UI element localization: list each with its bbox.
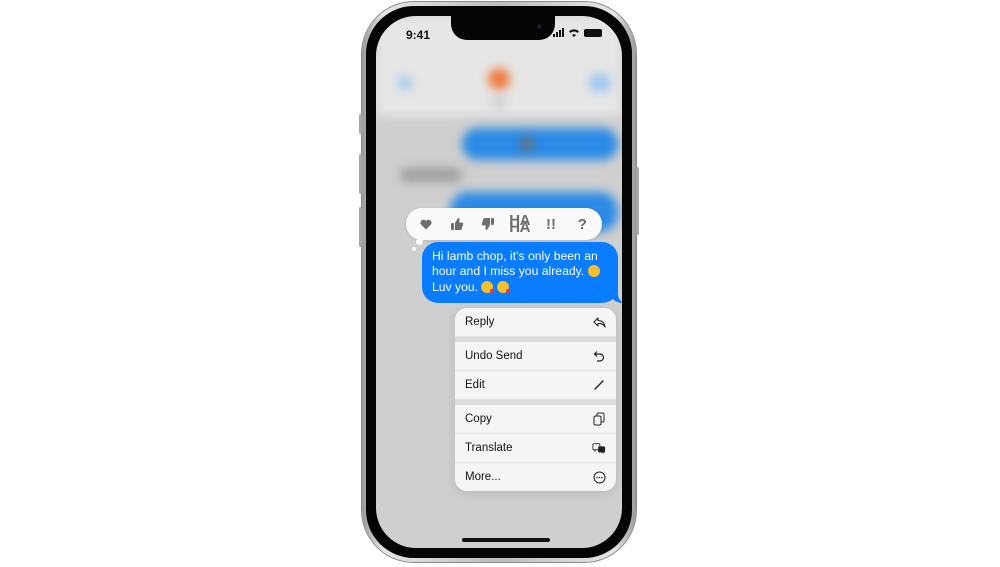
- menu-item-translate[interactable]: Translate: [455, 434, 616, 463]
- menu-item-undo-send[interactable]: Undo Send: [455, 342, 616, 371]
- tapback-thumbs-up[interactable]: [444, 211, 470, 237]
- undo-icon: [592, 349, 606, 363]
- tapback-emphasize[interactable]: !!: [538, 211, 564, 237]
- bezel: 9:41 HA HA !! ? Hi lamb chop, it’s only …: [366, 6, 632, 558]
- blurred-timestamp: [400, 168, 462, 182]
- double-exclamation-icon: !!: [545, 215, 556, 233]
- kissing-face-emoji: [481, 280, 495, 293]
- menu-item-label: Translate: [465, 442, 513, 454]
- message-text: Luv you.: [432, 279, 482, 294]
- menu-item-label: Copy: [465, 413, 492, 425]
- tapback-thumbs-down[interactable]: [475, 211, 501, 237]
- contact-name-blurred: [494, 98, 504, 106]
- iphone-frame: 9:41 HA HA !! ? Hi lamb chop, it’s only …: [359, 2, 639, 562]
- reply-icon: [592, 315, 606, 329]
- menu-item-label: Edit: [465, 379, 485, 391]
- tapback-question[interactable]: ?: [569, 211, 595, 237]
- menu-item-label: Undo Send: [465, 350, 523, 362]
- menu-item-more[interactable]: More...: [455, 463, 616, 491]
- blurred-emoji: [522, 138, 532, 150]
- blurred-message-bubble: [462, 128, 618, 160]
- menu-item-reply[interactable]: Reply: [455, 308, 616, 337]
- menu-item-label: More...: [465, 471, 501, 483]
- screen: 9:41 HA HA !! ? Hi lamb chop, it’s only …: [376, 16, 622, 548]
- tapback-tail: [416, 238, 423, 245]
- selected-message-bubble[interactable]: Hi lamb chop, it’s only been an hour and…: [422, 242, 622, 305]
- smiling-face-emoji: [587, 265, 600, 278]
- thumbs-down-icon: [482, 218, 495, 230]
- facetime-button-blurred: [590, 74, 610, 92]
- cellular-signal-icon: [553, 28, 564, 37]
- thumbs-up-icon: [450, 218, 464, 230]
- context-menu: Reply Undo Send Edit Copy Translate More…: [455, 308, 616, 491]
- wifi-icon: [569, 29, 579, 37]
- front-camera: [537, 24, 542, 29]
- battery-icon: [584, 28, 602, 37]
- question-mark-icon: ?: [577, 215, 587, 233]
- action-button: [359, 114, 362, 134]
- status-time: 9:41: [406, 28, 431, 42]
- contact-avatar-blurred: [488, 68, 510, 90]
- haha-icon: HA HA: [509, 212, 530, 236]
- tapback-haha[interactable]: HA HA: [507, 211, 533, 237]
- status-icons: [553, 28, 602, 37]
- kissing-face-emoji: [496, 280, 510, 293]
- tapback-tail: [412, 247, 416, 251]
- tapback-bar: HA HA !! ?: [406, 208, 602, 240]
- volume-down-button: [359, 207, 362, 247]
- pencil-icon: [592, 378, 606, 392]
- ellipsis-circle-icon: [592, 470, 606, 484]
- home-indicator[interactable]: [462, 538, 550, 542]
- message-text: Hi lamb chop, it’s only been an hour and…: [432, 249, 598, 279]
- tapback-heart[interactable]: [413, 211, 439, 237]
- menu-item-edit[interactable]: Edit: [455, 371, 616, 400]
- heart-icon: [420, 219, 432, 229]
- volume-up-button: [359, 154, 362, 194]
- notch: [451, 16, 555, 40]
- power-button: [636, 167, 639, 235]
- translate-icon: [592, 441, 606, 455]
- back-button-blurred: [398, 76, 412, 90]
- menu-item-copy[interactable]: Copy: [455, 405, 616, 434]
- menu-item-label: Reply: [465, 316, 495, 328]
- copy-icon: [592, 412, 606, 426]
